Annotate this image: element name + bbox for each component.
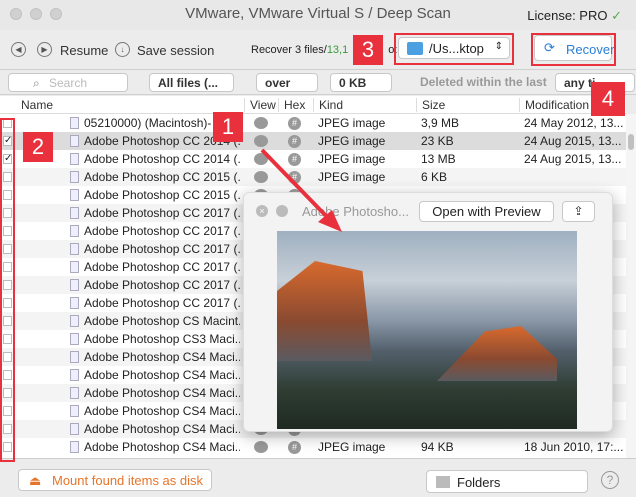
annotation-arrow <box>260 148 342 232</box>
